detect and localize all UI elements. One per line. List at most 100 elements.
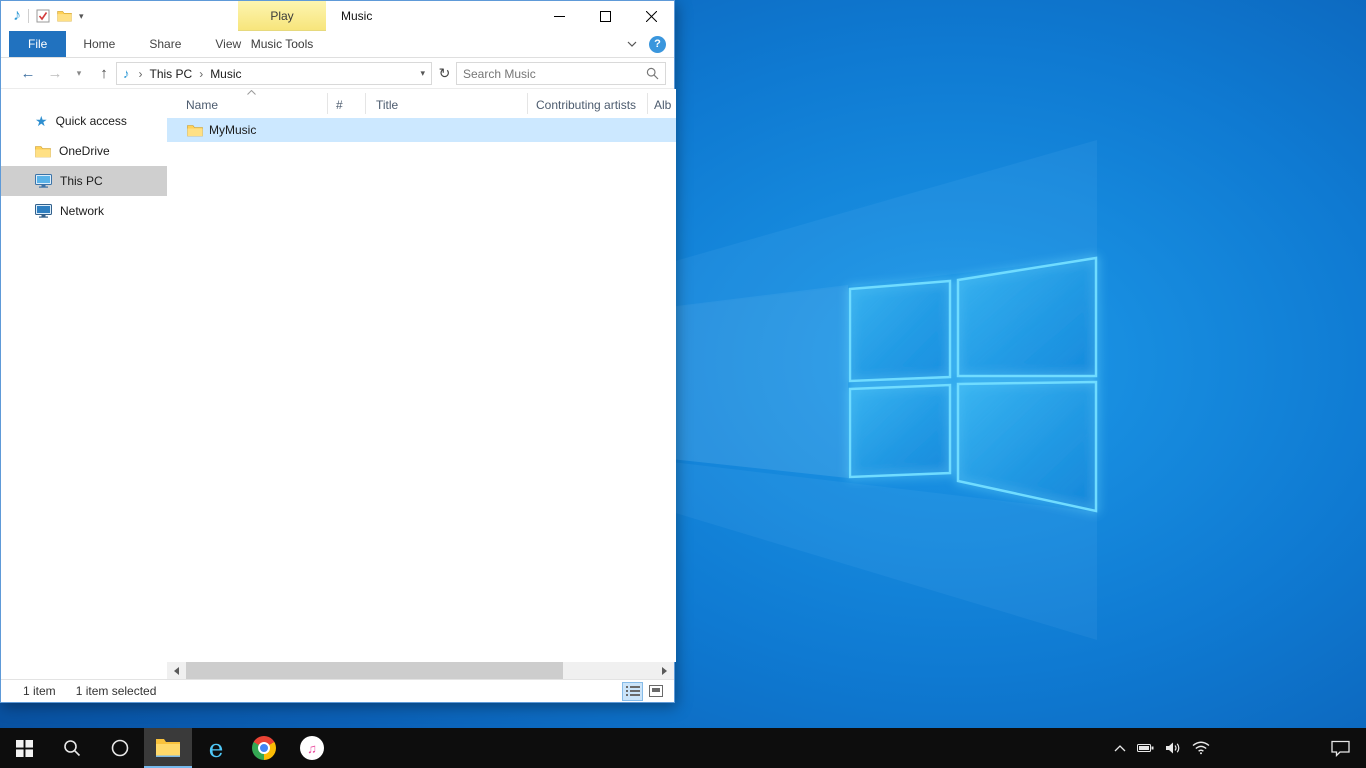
- file-list-pane: Name # Title Contributing artists Alb My…: [167, 89, 676, 662]
- window-title: Music: [341, 1, 372, 31]
- taskbar-chrome-button[interactable]: [240, 728, 288, 768]
- file-row-mymusic[interactable]: MyMusic: [167, 118, 676, 142]
- address-bar[interactable]: ♪ › This PC › Music ▾: [116, 62, 432, 85]
- speaker-icon: [1165, 741, 1181, 755]
- chevron-up-icon: [1114, 745, 1126, 752]
- folder-icon: [187, 124, 203, 137]
- navigation-pane: ★ Quick access OneDrive This PC: [1, 89, 167, 679]
- contextual-tab-group-play[interactable]: Play: [238, 1, 326, 31]
- chrome-icon: [252, 736, 276, 760]
- network-indicator[interactable]: [1192, 741, 1210, 755]
- title-bar: ♪ ▾ Play Music: [1, 1, 674, 31]
- start-button[interactable]: [0, 728, 48, 768]
- minimize-icon: [554, 11, 565, 22]
- sidebar-item-onedrive[interactable]: OneDrive: [1, 136, 167, 166]
- item-count: 1 item: [23, 684, 56, 698]
- expand-ribbon-chevron-icon[interactable]: [627, 41, 637, 47]
- sidebar-item-network[interactable]: Network: [1, 196, 167, 226]
- tab-share[interactable]: Share: [132, 31, 198, 57]
- cortana-button[interactable]: [96, 728, 144, 768]
- music-note-location-icon: ♪: [123, 66, 130, 81]
- sidebar-item-label: This PC: [60, 174, 103, 188]
- qat-properties-icon[interactable]: [36, 9, 50, 23]
- column-header-title[interactable]: Title: [376, 89, 398, 118]
- close-button[interactable]: [628, 1, 674, 31]
- volume-indicator[interactable]: [1165, 741, 1181, 755]
- minimize-button[interactable]: [536, 1, 582, 31]
- taskbar: e ♫: [0, 728, 1366, 768]
- taskbar-itunes-button[interactable]: ♫: [288, 728, 336, 768]
- taskbar-internet-explorer-button[interactable]: e: [192, 728, 240, 768]
- tab-home[interactable]: Home: [66, 31, 132, 57]
- column-separator[interactable]: [327, 93, 328, 114]
- breadcrumb-chevron-icon[interactable]: ›: [194, 67, 208, 81]
- internet-explorer-icon: e: [209, 736, 224, 761]
- sidebar-item-this-pc[interactable]: This PC: [1, 166, 167, 196]
- breadcrumb-chevron-icon[interactable]: ›: [134, 67, 148, 81]
- action-center-icon: [1331, 740, 1350, 757]
- ribbon-tab-row: File Home Share View Music Tools ?: [1, 31, 674, 58]
- action-center-button[interactable]: [1320, 728, 1360, 768]
- titlebar-divider: [28, 9, 29, 23]
- scrollbar-thumb[interactable]: [186, 662, 563, 679]
- search-input[interactable]: [457, 67, 646, 81]
- help-icon[interactable]: ?: [649, 36, 666, 53]
- horizontal-scrollbar: [167, 662, 674, 679]
- maximize-button[interactable]: [582, 1, 628, 31]
- battery-icon: [1137, 742, 1154, 754]
- taskbar-search-button[interactable]: [48, 728, 96, 768]
- star-icon: ★: [35, 114, 48, 128]
- forward-button[interactable]: →: [45, 58, 65, 89]
- column-header-track-number[interactable]: #: [336, 89, 343, 118]
- windows-logo: [850, 258, 1096, 511]
- scroll-left-button[interactable]: [167, 662, 184, 679]
- taskbar-file-explorer-button[interactable]: [144, 728, 192, 768]
- search-icon[interactable]: [646, 67, 659, 80]
- column-separator[interactable]: [365, 93, 366, 114]
- search-icon: [62, 738, 82, 758]
- show-hidden-icons-chevron[interactable]: [1114, 745, 1126, 752]
- computer-monitor-icon: [35, 174, 52, 188]
- system-tray: [1114, 728, 1210, 768]
- back-button[interactable]: ←: [17, 58, 39, 89]
- battery-indicator[interactable]: [1137, 742, 1154, 754]
- address-toolbar: ← → ▾ ↑ ♪ › This PC › Music ▾ ↻: [1, 58, 674, 89]
- triangle-left-icon: [170, 667, 179, 675]
- details-view-icon: [626, 685, 640, 697]
- cortana-circle-icon: [110, 738, 130, 758]
- column-separator[interactable]: [647, 93, 648, 114]
- view-toggle-buttons: [622, 682, 666, 701]
- music-note-app-icon: ♪: [13, 8, 21, 24]
- itunes-icon: ♫: [300, 736, 324, 760]
- selection-count: 1 item selected: [76, 684, 157, 698]
- address-dropdown-chevron-icon[interactable]: ▾: [420, 68, 425, 79]
- ribbon-right-controls: ?: [627, 31, 666, 57]
- network-icon: [35, 204, 52, 218]
- details-view-button[interactable]: [622, 682, 643, 701]
- tab-file[interactable]: File: [9, 31, 66, 57]
- sidebar-item-quick-access[interactable]: ★ Quick access: [1, 106, 167, 136]
- wifi-icon: [1192, 741, 1210, 755]
- large-icons-view-icon: [649, 685, 663, 697]
- column-header-name[interactable]: Name: [186, 89, 218, 118]
- column-header-contributing-artists[interactable]: Contributing artists: [536, 89, 636, 118]
- up-button[interactable]: ↑: [94, 58, 114, 89]
- scroll-right-button[interactable]: [657, 662, 674, 679]
- sort-ascending-icon: [247, 90, 256, 95]
- column-headers: Name # Title Contributing artists Alb: [167, 89, 676, 118]
- column-separator[interactable]: [527, 93, 528, 114]
- tab-music-tools[interactable]: Music Tools: [238, 31, 326, 57]
- qat-new-folder-icon[interactable]: [57, 10, 72, 22]
- scrollbar-track[interactable]: [184, 662, 657, 679]
- large-icons-view-button[interactable]: [645, 682, 666, 701]
- file-name: MyMusic: [209, 123, 256, 137]
- sidebar-item-label: Network: [60, 204, 104, 218]
- recent-locations-chevron-icon[interactable]: ▾: [71, 58, 87, 89]
- breadcrumb-music[interactable]: Music: [208, 67, 243, 81]
- column-header-album[interactable]: Alb: [654, 89, 671, 118]
- triangle-right-icon: [662, 667, 671, 675]
- qat-customize-chevron-icon[interactable]: ▾: [79, 11, 84, 22]
- refresh-button[interactable]: ↻: [433, 62, 456, 85]
- windows-start-icon: [16, 740, 33, 757]
- breadcrumb-this-pc[interactable]: This PC: [148, 67, 195, 81]
